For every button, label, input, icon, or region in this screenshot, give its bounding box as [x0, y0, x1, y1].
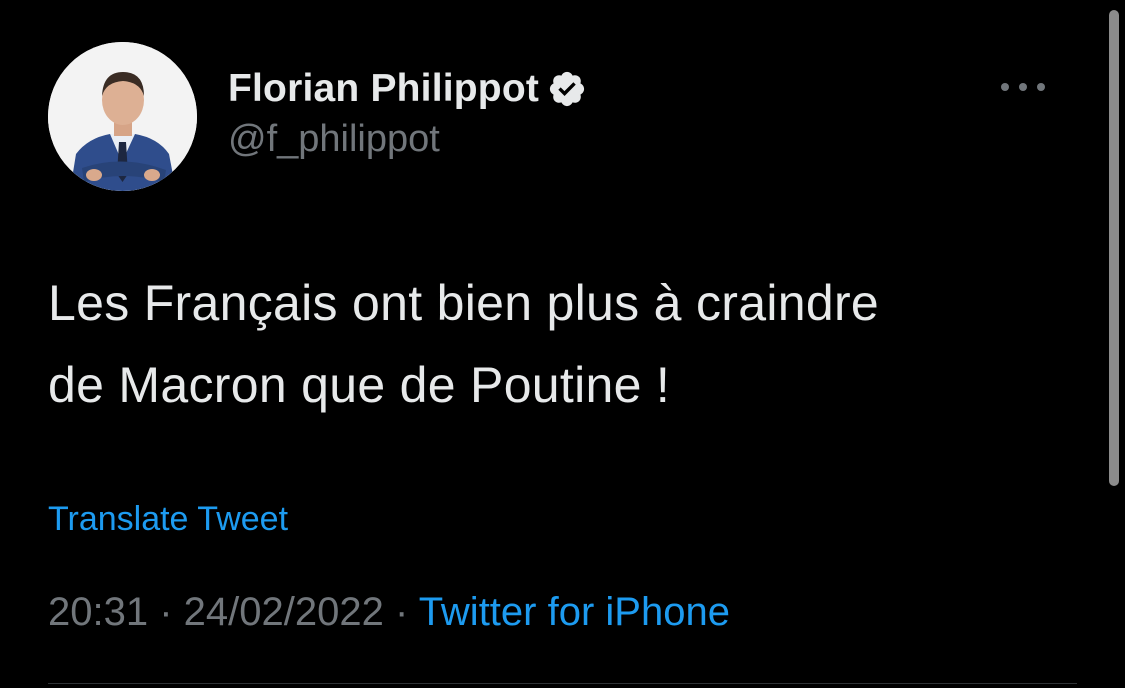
avatar-photo: [48, 42, 197, 191]
scrollbar[interactable]: [1109, 10, 1119, 486]
author-info: Florian Philippot @f_philippot: [228, 64, 587, 161]
meta-separator: ·: [383, 590, 419, 634]
divider: [48, 683, 1077, 684]
tweet-text-line: de Macron que de Poutine !: [48, 357, 671, 413]
tweet-date[interactable]: 24/02/2022: [184, 590, 384, 634]
more-dot: [1037, 83, 1045, 91]
meta-separator: ·: [148, 590, 184, 634]
tweet-time[interactable]: 20:31: [48, 590, 148, 634]
translate-tweet-link[interactable]: Translate Tweet: [48, 500, 288, 539]
more-dot: [1019, 83, 1027, 91]
more-dot: [1001, 83, 1009, 91]
tweet-text: Les Français ont bien plus à craindre de…: [48, 262, 1088, 426]
author-handle[interactable]: @f_philippot: [228, 118, 587, 161]
author-display-name[interactable]: Florian Philippot: [228, 67, 539, 111]
tweet-metadata: 20:31 · 24/02/2022 · Twitter for iPhone: [48, 590, 730, 635]
author-name-row: Florian Philippot: [228, 64, 587, 114]
tweet-source-link[interactable]: Twitter for iPhone: [419, 590, 730, 634]
avatar[interactable]: [48, 42, 197, 191]
tweet-text-line: Les Français ont bien plus à craindre: [48, 275, 879, 331]
more-horizontal-icon[interactable]: [1001, 72, 1045, 102]
verified-badge-icon: [547, 69, 587, 109]
